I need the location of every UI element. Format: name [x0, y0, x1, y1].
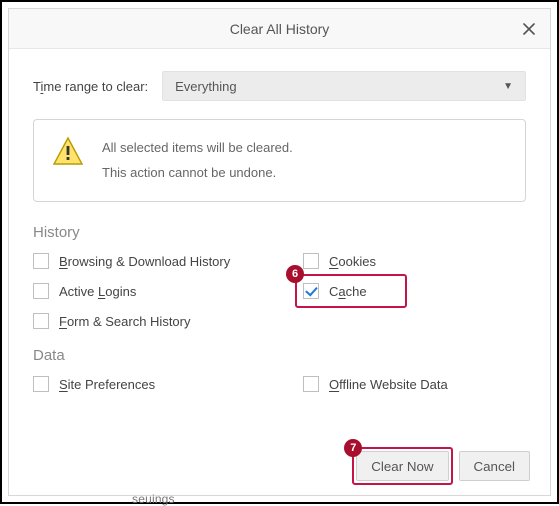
dialog-title: Clear All History	[230, 21, 330, 37]
checkbox-label: Active Logins	[59, 284, 136, 299]
history-grid: Browsing & Download History Cookies Acti…	[33, 253, 526, 329]
warning-text: All selected items will be cleared. This…	[102, 136, 293, 185]
dialog-body: Time range to clear: Everything ▼ All se…	[9, 49, 550, 406]
checkbox-site-preferences[interactable]: Site Preferences	[33, 376, 303, 392]
checkbox-browsing-history[interactable]: Browsing & Download History	[33, 253, 303, 269]
warning-icon	[52, 136, 84, 168]
clear-now-button[interactable]: Clear Now	[356, 451, 448, 481]
checkbox-box	[303, 376, 319, 392]
time-range-row: Time range to clear: Everything ▼	[33, 71, 526, 101]
window-frame: Clear All History Time range to clear: E…	[0, 0, 559, 504]
checkbox-label: Cookies	[329, 254, 376, 269]
checkbox-active-logins[interactable]: Active Logins	[33, 283, 303, 299]
section-data: Data	[33, 347, 526, 364]
checkbox-label: Form & Search History	[59, 314, 191, 329]
checkbox-box	[33, 253, 49, 269]
time-range-select[interactable]: Everything ▼	[162, 71, 526, 101]
titlebar: Clear All History	[9, 9, 550, 49]
checkbox-box	[303, 283, 319, 299]
checkbox-cache[interactable]: Cache	[303, 283, 526, 299]
checkbox-form-search-history[interactable]: Form & Search History	[33, 313, 303, 329]
section-history: History	[33, 224, 526, 241]
checkbox-box	[33, 283, 49, 299]
checkbox-cookies[interactable]: Cookies	[303, 253, 526, 269]
dialog-footer: 7 Clear Now Cancel	[356, 451, 530, 481]
checkbox-box	[33, 313, 49, 329]
time-range-label: Time range to clear:	[33, 79, 148, 94]
data-grid: Site Preferences Offline Website Data	[33, 376, 526, 392]
close-icon	[523, 23, 535, 35]
close-button[interactable]	[508, 9, 550, 49]
time-range-value: Everything	[175, 79, 236, 94]
cancel-button[interactable]: Cancel	[459, 451, 531, 481]
checkbox-label: Offline Website Data	[329, 377, 448, 392]
warning-panel: All selected items will be cleared. This…	[33, 119, 526, 202]
checkbox-label: Browsing & Download History	[59, 254, 230, 269]
checkbox-offline-website-data[interactable]: Offline Website Data	[303, 376, 526, 392]
cache-cell: 6 Cache	[303, 283, 526, 299]
checkbox-label: Site Preferences	[59, 377, 155, 392]
checkbox-box	[33, 376, 49, 392]
checkbox-label: Cache	[329, 284, 367, 299]
annotation-badge-6: 6	[286, 265, 304, 283]
checkbox-box	[303, 253, 319, 269]
clear-now-wrap: 7 Clear Now	[356, 451, 448, 481]
chevron-down-icon: ▼	[503, 81, 513, 92]
clear-history-dialog: Clear All History Time range to clear: E…	[8, 8, 551, 496]
